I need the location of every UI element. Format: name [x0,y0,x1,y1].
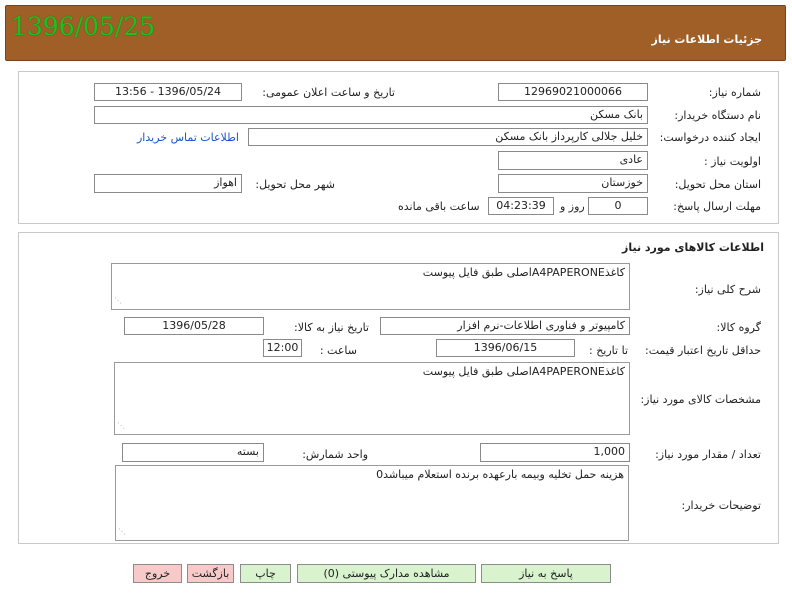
priority-field: عادی [498,151,648,170]
need-number-label: شماره نیاز: [708,86,761,99]
need-date-label: تاریخ نیاز به کالا: [294,321,369,334]
buyer-notes-text: هزینه حمل تخلیه وبیمه بارعهده برنده استع… [376,468,624,481]
buyer-notes-label: توضیحات خریدار: [681,499,762,512]
hour-field: 12:00 [263,339,302,357]
need-number-field: 12969021000066 [498,83,648,101]
resize-grip-icon[interactable]: ⋰ [114,294,122,308]
general-desc-label: شرح کلی نیاز: [694,283,761,296]
announce-date-label: تاریخ و ساعت اعلان عمومی: [262,86,395,99]
goods-group-label: گروه کالا: [716,321,761,334]
quantity-field: 1,000 [480,443,630,462]
buyer-contact-link[interactable]: اطلاعات تماس خریدار [137,131,239,144]
general-desc-text: کاغذA4PAPERONEاصلی طبق فایل پیوست [422,266,625,279]
deadline-label: مهلت ارسال پاسخ: [673,200,761,213]
spec-text: کاغذA4PAPERONEاصلی طبق فایل پیوست [422,365,625,378]
resize-grip-icon[interactable]: ⋰ [117,419,125,433]
province-label: استان محل تحویل: [674,178,761,191]
price-validity-label: حداقل تاریخ اعتبار قیمت: [645,344,761,357]
reply-button[interactable]: پاسخ به نیاز [481,564,611,583]
exit-button[interactable]: خروج [133,564,182,583]
buyer-notes-textarea: هزینه حمل تخلیه وبیمه بارعهده برنده استع… [115,465,629,541]
resize-grip-icon[interactable]: ⋰ [118,525,126,539]
requester-label: ایجاد کننده درخواست: [659,131,761,144]
print-button[interactable]: چاپ [240,564,291,583]
days-field: 0 [588,197,648,215]
unit-field: بسته [122,443,264,462]
unit-label: واحد شمارش: [302,448,368,461]
city-field: اهواز [94,174,242,193]
days-word: روز و [560,200,585,213]
quantity-label: تعداد / مقدار مورد نیاز: [655,448,761,461]
hour-label: ساعت : [319,344,357,357]
remaining-label: ساعت باقی مانده [398,200,480,213]
buyer-label: نام دستگاه خریدار: [674,109,761,122]
view-attachments-button[interactable]: مشاهده مدارک پیوستی (0) [297,564,476,583]
goods-section-title: اطلاعات کالاهای مورد نیاز [622,241,764,254]
city-label: شهر محل تحویل: [255,178,335,191]
need-date-field: 1396/05/28 [124,317,264,335]
until-date-label: تا تاریخ : [589,344,628,357]
spec-textarea: کاغذA4PAPERONEاصلی طبق فایل پیوست ⋰ [114,362,630,435]
requester-field: خلیل جلالی کارپرداز بانک مسکن [248,128,648,146]
province-field: خوزستان [498,174,648,193]
general-desc-textarea: کاغذA4PAPERONEاصلی طبق فایل پیوست ⋰ [111,263,630,310]
announce-date-field: 1396/05/24 - 13:56 [94,83,242,101]
buyer-field: بانک مسکن [94,106,648,124]
spec-label: مشخصات کالای مورد نیاز: [640,393,761,406]
goods-group-field: کامپیوتر و فناوری اطلاعات-نرم افزار [380,317,630,335]
date-stamp: 1396/05/25 [11,12,156,41]
until-date-field: 1396/06/15 [436,339,575,357]
time-remaining-field: 04:23:39 [488,197,554,215]
page-title: جزئیات اطلاعات نیاز [651,33,763,46]
back-button[interactable]: بازگشت [187,564,234,583]
priority-label: اولویت نیاز : [703,155,761,168]
